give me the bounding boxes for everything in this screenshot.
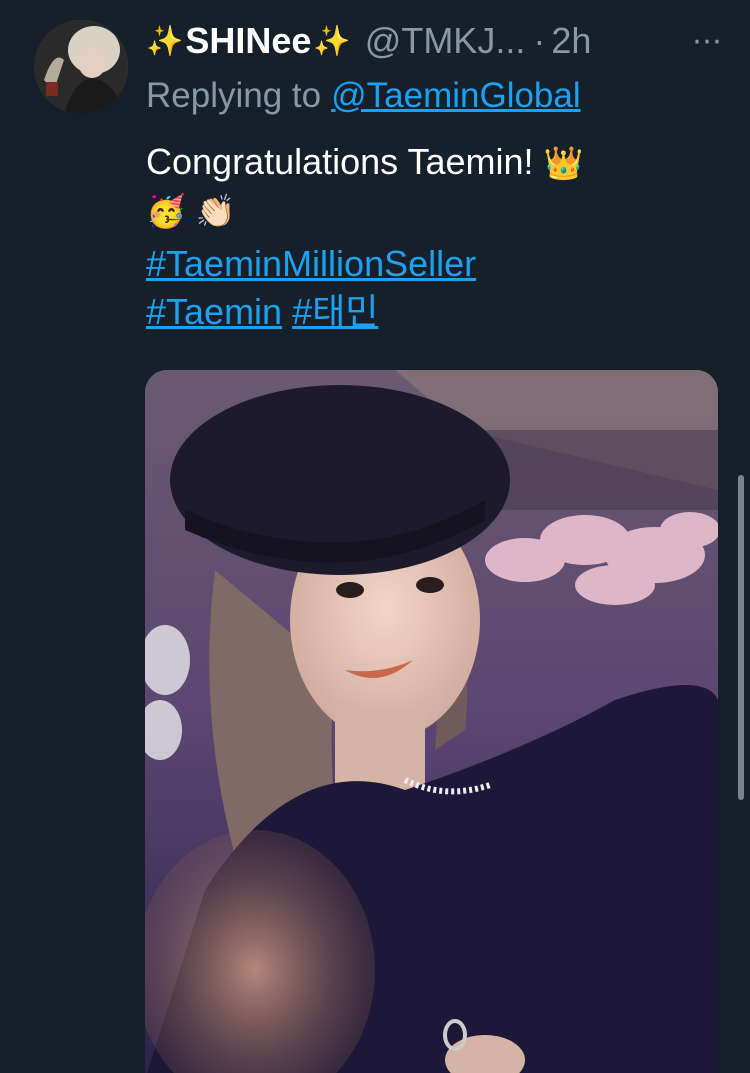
reply-mention-link[interactable]: @TaeminGlobal	[331, 76, 581, 115]
hashtag-link[interactable]: #태민	[292, 291, 378, 332]
hashtag-link[interactable]: #TaeminMillionSeller	[146, 243, 476, 284]
tweet-header: ✨ SHINee ✨ @TMKJ... · 2h ⋯	[146, 16, 724, 66]
more-options-icon[interactable]: ⋯	[692, 24, 724, 59]
party-face-emoji: 🥳	[146, 193, 186, 229]
photo-illustration	[145, 370, 718, 1073]
sparkle-icon: ✨	[146, 24, 184, 58]
avatar[interactable]	[34, 20, 128, 114]
tweet-photo[interactable]	[145, 370, 718, 1073]
clapping-hands-emoji: 👏🏻	[195, 193, 236, 229]
hashtag-link[interactable]: #Taemin	[146, 291, 282, 332]
avatar-photo	[34, 20, 128, 114]
separator-dot: ·	[533, 20, 546, 61]
reply-prefix: Replying to	[146, 76, 322, 115]
sparkle-icon: ✨	[313, 24, 351, 58]
crown-emoji: 👑	[543, 145, 584, 181]
tweet-text: Congratulations Taemin! 👑 🥳 👏🏻 #TaeminMi…	[146, 138, 706, 336]
tweet: ✨ SHINee ✨ @TMKJ... · 2h ⋯ Replying to @T…	[0, 0, 750, 1073]
display-name[interactable]: SHINee	[185, 20, 311, 62]
tweet-text-line: Congratulations Taemin!	[146, 141, 534, 182]
scrollbar[interactable]	[738, 475, 744, 800]
reply-context: Replying to @TaeminGlobal	[146, 76, 581, 116]
user-handle[interactable]: @TMKJ...	[365, 20, 526, 62]
timestamp[interactable]: 2h	[551, 20, 591, 62]
